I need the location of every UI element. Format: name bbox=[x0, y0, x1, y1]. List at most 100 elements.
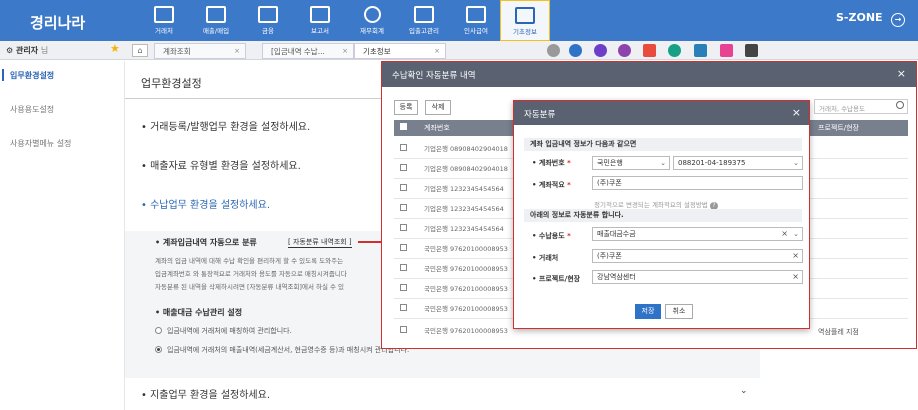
condition-band: 계좌 입금내역 정보가 다음과 같으면 bbox=[524, 138, 802, 151]
memo-label: • 계좌적요 * bbox=[532, 181, 571, 189]
tab-account-inquiry[interactable]: 계좌조회 × bbox=[154, 43, 246, 59]
dollar-icon bbox=[363, 6, 381, 23]
g-icon[interactable] bbox=[618, 44, 631, 57]
nav-client[interactable]: 거래처 bbox=[140, 0, 188, 41]
project-label: • 프로젝트/현장 bbox=[532, 275, 581, 283]
close-icon[interactable]: × bbox=[234, 44, 240, 59]
memo-input[interactable]: (주)쿠폰 bbox=[592, 176, 803, 190]
favorite-star-icon[interactable]: ★ bbox=[110, 42, 120, 55]
row-checkbox[interactable] bbox=[400, 144, 407, 151]
row-checkbox[interactable] bbox=[400, 164, 407, 171]
table-row[interactable]: 기업은행 1232345454564 bbox=[394, 218, 524, 238]
close-icon[interactable]: × bbox=[897, 67, 906, 80]
clear-icon[interactable]: × bbox=[792, 250, 799, 262]
clear-icon[interactable]: × bbox=[781, 228, 788, 240]
sidebar-item-usage[interactable]: 사용용도설정 bbox=[10, 104, 54, 115]
chevron-down-icon[interactable]: ⌄ bbox=[740, 386, 748, 396]
szone-button[interactable]: S-ZONE → bbox=[836, 11, 906, 31]
tab-dropdown-icon[interactable] bbox=[547, 44, 560, 57]
client-label: • 거래처 bbox=[532, 254, 559, 262]
nav-report[interactable]: 보고서 bbox=[296, 0, 344, 41]
user-greeting: ⚙ 관리자 님 bbox=[6, 46, 49, 55]
home-icon: ⌂ bbox=[137, 46, 143, 55]
sidebar: 입무환경설정 사용용도설정 사용자별메뉴 설정 bbox=[0, 61, 125, 410]
page-title: 업무환경설정 bbox=[141, 77, 202, 90]
auto-class-history-link[interactable]: [ 자동분류 내역조회 ] bbox=[288, 237, 352, 248]
table-row[interactable]: 국민은행 97620100008953 bbox=[394, 298, 524, 318]
close-icon[interactable]: × bbox=[792, 106, 801, 119]
close-icon[interactable]: × bbox=[434, 44, 440, 59]
people-icon bbox=[466, 6, 486, 23]
callout-line bbox=[358, 241, 381, 243]
nav-finance[interactable]: 금융 bbox=[244, 0, 292, 41]
table-row[interactable]: 기업은행 1232345454564 bbox=[394, 198, 524, 218]
table-row[interactable]: 국민은행 97620100008953 bbox=[394, 278, 524, 298]
select-all-checkbox[interactable] bbox=[400, 123, 407, 130]
app-logo[interactable]: 경리나라 bbox=[30, 12, 85, 33]
sidebar-item-work-env[interactable]: 입무환경설정 bbox=[10, 70, 54, 81]
search-icon[interactable] bbox=[896, 101, 904, 109]
nav-basic-info[interactable]: 기초정보 bbox=[500, 0, 550, 41]
delete-button[interactable]: 삭제 bbox=[425, 100, 451, 115]
radio-match-client[interactable] bbox=[155, 327, 162, 334]
section-expense[interactable]: • 지출업무 환경을 설정하세요. bbox=[141, 386, 270, 401]
row-checkbox[interactable] bbox=[400, 284, 407, 291]
section-trade[interactable]: • 거래등록/발행업무 환경을 설정하세요. bbox=[141, 118, 310, 133]
row-checkbox[interactable] bbox=[400, 264, 407, 271]
building-icon bbox=[154, 6, 174, 23]
mail-icon[interactable] bbox=[720, 44, 733, 57]
use-select[interactable]: 매출대금수금 × ⌄ bbox=[592, 227, 803, 241]
table-row[interactable]: 국민은행 97620100008953 bbox=[394, 320, 524, 340]
sidebar-item-user-menu[interactable]: 사용자별메뉴 설정 bbox=[10, 138, 71, 149]
account-number-select[interactable]: 088201-04-189375 ⌄ bbox=[673, 156, 803, 170]
table-row[interactable]: 기업은행 08908402904018 bbox=[394, 138, 524, 158]
search-input[interactable]: 거래처, 수납용도 bbox=[814, 99, 908, 114]
table-row[interactable]: 국민은행 97620100008953 bbox=[394, 238, 524, 258]
row-checkbox[interactable] bbox=[400, 224, 407, 231]
clear-icon[interactable]: × bbox=[792, 271, 799, 283]
account-label: • 계좌번호 * bbox=[532, 159, 571, 167]
save-button[interactable]: 저장 bbox=[635, 304, 661, 319]
cancel-button[interactable]: 취소 bbox=[665, 304, 693, 319]
project-cell: 역삼플레 지점 bbox=[818, 328, 859, 336]
exchange-icon bbox=[206, 6, 226, 23]
arrow-right-icon: → bbox=[891, 13, 905, 27]
project-input[interactable]: 강남역삼센터 × bbox=[592, 270, 803, 284]
sales-receipt-heading: • 매출대금 수납관리 설정 bbox=[155, 308, 243, 317]
row-checkbox[interactable] bbox=[400, 304, 407, 311]
grid-menu-icon[interactable] bbox=[745, 44, 758, 57]
nav-sales-purchase[interactable]: 매출/매입 bbox=[192, 0, 240, 41]
calendar-icon[interactable] bbox=[643, 44, 656, 57]
table-row[interactable]: 기업은행 1232345454564 bbox=[394, 178, 524, 198]
home-tab-button[interactable]: ⌂ bbox=[132, 44, 148, 57]
modal-header: 수납확인 자동분류 내역 × bbox=[382, 62, 916, 87]
register-button[interactable]: 등록 bbox=[394, 100, 418, 115]
dialog-header: 자동분류 × bbox=[514, 101, 809, 125]
row-checkbox[interactable] bbox=[400, 244, 407, 251]
tab-basic-info[interactable]: 기초정보 × bbox=[354, 43, 446, 59]
row-checkbox[interactable] bbox=[400, 184, 407, 191]
chart-icon[interactable] bbox=[694, 44, 707, 57]
user-icon: ⚙ bbox=[6, 46, 14, 55]
nav-accounting[interactable]: 재무회계 bbox=[348, 0, 396, 41]
table-row[interactable]: 기업은행 08908402904018 bbox=[394, 158, 524, 178]
section-receipt[interactable]: • 수납업무 환경을 설정하세요. bbox=[141, 196, 270, 211]
section-sales-data[interactable]: • 매출자료 유형별 환경을 설정하세요. bbox=[141, 157, 301, 172]
nav-hr[interactable]: 인사급여 bbox=[452, 0, 500, 41]
gear-icon bbox=[515, 7, 535, 24]
auto-class-heading: • 계좌입금내역 자동으로 분류 bbox=[155, 238, 257, 247]
bank-select[interactable]: 국민은행 ⌄ bbox=[592, 156, 670, 170]
row-checkbox[interactable] bbox=[400, 326, 407, 333]
notification-icon[interactable] bbox=[594, 44, 607, 57]
client-input[interactable]: (주)쿠폰 × bbox=[592, 249, 803, 263]
radio-match-sales[interactable] bbox=[155, 346, 162, 353]
card-icon bbox=[258, 6, 278, 23]
table-row[interactable]: 국민은행 97620100008953 bbox=[394, 258, 524, 278]
tab-deposit[interactable]: [입금내역 수납... × bbox=[262, 43, 354, 59]
dollar-icon[interactable] bbox=[668, 44, 681, 57]
refresh-icon[interactable] bbox=[569, 44, 582, 57]
nav-inventory[interactable]: 입출고관리 bbox=[400, 0, 448, 41]
close-icon[interactable]: × bbox=[342, 44, 348, 59]
row-checkbox[interactable] bbox=[400, 204, 407, 211]
use-label: • 수납용도 * bbox=[532, 232, 571, 240]
